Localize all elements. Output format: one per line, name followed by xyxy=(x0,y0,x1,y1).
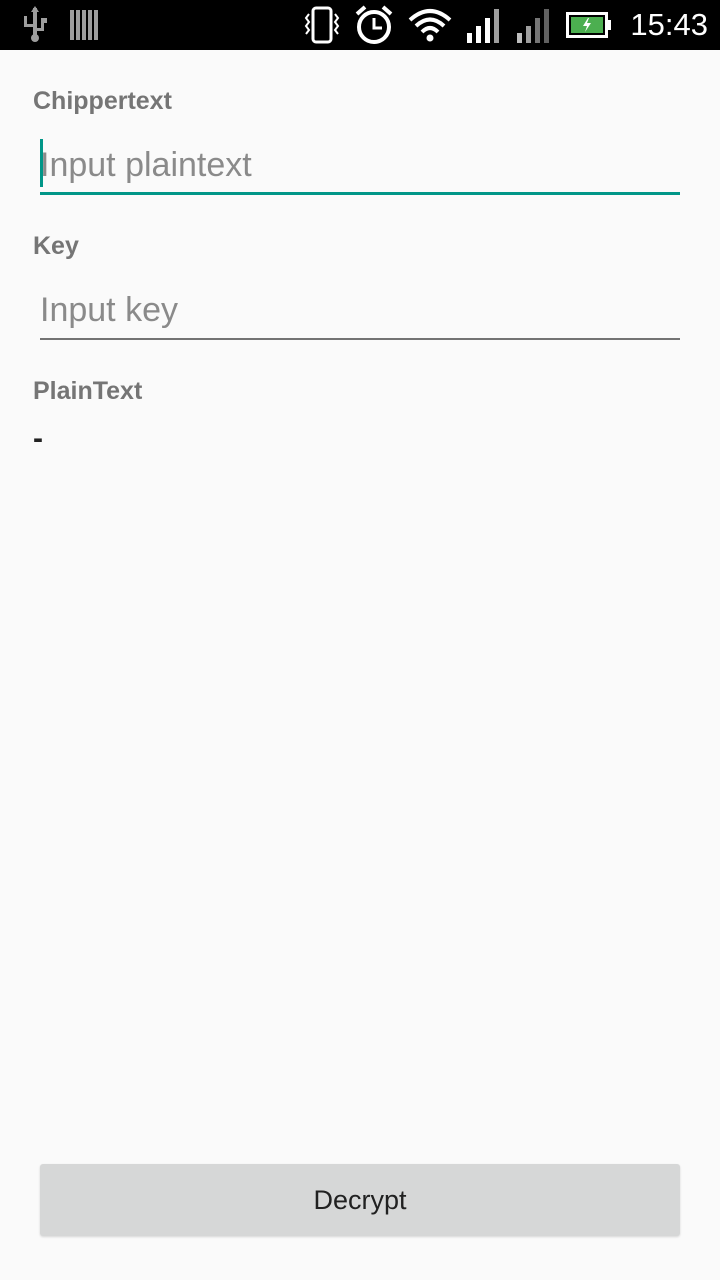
plaintext-result: - xyxy=(33,422,43,455)
main-content: Chippertext Key PlainText - Decrypt xyxy=(0,50,720,1280)
signal-secondary-icon xyxy=(516,7,552,43)
plaintext-label: PlainText xyxy=(33,377,143,405)
alarm-icon xyxy=(354,4,394,46)
ciphertext-field[interactable] xyxy=(40,139,680,195)
status-bar: 15:43 xyxy=(0,0,720,50)
usb-icon xyxy=(20,6,50,44)
ciphertext-input[interactable] xyxy=(40,139,680,191)
key-field[interactable] xyxy=(40,284,680,340)
decrypt-button[interactable]: Decrypt xyxy=(40,1164,680,1236)
wifi-icon xyxy=(408,8,452,42)
key-underline xyxy=(40,338,680,340)
battery-charging-icon xyxy=(566,12,612,38)
key-input[interactable] xyxy=(40,284,680,336)
clock: 15:43 xyxy=(630,7,708,42)
status-right: 15:43 xyxy=(304,0,708,50)
ciphertext-underline xyxy=(40,192,680,195)
text-cursor xyxy=(40,139,43,187)
storage-icon xyxy=(70,8,98,42)
status-left xyxy=(20,6,98,44)
signal-icon xyxy=(466,7,502,43)
ciphertext-label: Chippertext xyxy=(33,87,172,115)
key-label: Key xyxy=(33,232,79,260)
vibrate-icon xyxy=(304,6,340,44)
